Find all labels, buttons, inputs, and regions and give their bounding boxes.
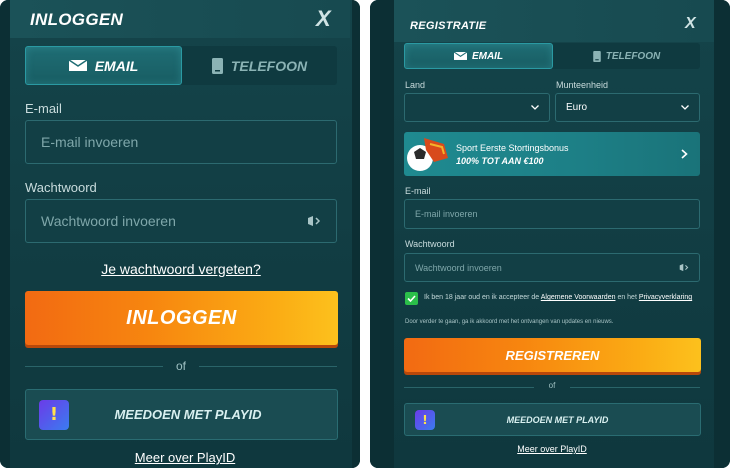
email-field[interactable]: E-mail invoeren [404,199,700,229]
email-label: E-mail [25,101,62,116]
envelope-icon [68,60,87,71]
login-button[interactable]: INLOGGEN [25,291,338,345]
close-icon[interactable]: X [685,15,696,33]
dialog-title: INLOGGEN [30,10,124,29]
register-button-label: REGISTREREN [505,347,600,363]
email-field[interactable]: E-mail invoeren [25,120,337,164]
more-playid-link[interactable]: Meer over PlayID [370,444,730,454]
football-boot-icon [407,138,448,171]
close-icon[interactable]: X [316,6,331,32]
email-placeholder: E-mail invoeren [415,209,478,219]
terms-prefix: Ik ben 18 jaar oud en ik accepteer de [424,294,540,301]
bonus-subtitle: 100% TOT AAN €100 [456,155,544,166]
updates-notice: Door verder te gaan, ga ik akkoord met h… [405,319,614,325]
eye-icon[interactable] [679,263,689,272]
email-label: E-mail [405,186,431,196]
register-method-tabs: EMAIL TELEFOON [404,43,700,69]
playid-icon: ! [415,409,435,430]
privacy-link[interactable]: Privacyverklaring [639,294,692,301]
country-select[interactable] [404,93,550,122]
password-field[interactable]: Wachtwoord invoeren [404,253,700,282]
terms-text: Ik ben 18 jaar oud en ik accepteer de Al… [424,294,714,301]
envelope-icon [453,52,467,60]
tab-telefoon[interactable]: TELEFOON [553,43,700,69]
password-placeholder: Wachtwoord invoeren [41,213,176,229]
or-text: of [548,381,556,390]
terms-link[interactable]: Algemene Voorwaarden [541,294,616,301]
tab-label: EMAIL [94,57,139,74]
playid-label: MEEDOEN MET PLAYID [506,414,609,425]
divider-left [404,387,534,388]
playid-button[interactable]: ! MEEDOEN MET PLAYID [25,389,338,440]
password-placeholder: Wachtwoord invoeren [415,262,502,273]
country-label: Land [405,80,426,90]
password-label: Wachtwoord [25,180,97,195]
chevron-down-icon [681,105,689,110]
login-method-tabs: EMAIL TELEFOON [25,46,337,85]
tab-label: TELEFOON [605,50,661,62]
playid-button[interactable]: ! MEEDOEN MET PLAYID [404,403,701,436]
password-label: Wachtwoord [405,239,455,249]
chevron-right-icon [681,149,688,159]
phone-icon [592,50,601,62]
tab-email[interactable]: EMAIL [404,43,553,69]
dialog-right-edge [714,0,730,468]
dialog-left-edge [0,0,10,468]
bonus-title: Sport Eerste Stortingsbonus [456,142,569,153]
chevron-down-icon [531,105,539,110]
register-dialog: REGISTRATIE X EMAIL TELEFOON Land Muntee… [370,0,730,468]
currency-label: Munteenheid [556,80,609,90]
divider-left [25,366,163,367]
divider-right [570,387,700,388]
eye-icon[interactable] [307,215,321,227]
login-button-label: INLOGGEN [126,306,237,329]
or-text: of [175,359,186,373]
checkmark-icon [407,295,416,302]
forgot-password-link[interactable]: Je wachtwoord vergeten? [25,261,337,277]
currency-select[interactable]: Euro [555,93,700,122]
tab-label: EMAIL [471,50,504,62]
playid-icon: ! [39,399,69,430]
dialog-left-edge [370,0,394,468]
currency-value: Euro [566,102,588,113]
email-placeholder: E-mail invoeren [41,134,139,150]
dialog-title: REGISTRATIE [410,20,487,32]
more-playid-link[interactable]: Meer over PlayID [0,450,360,465]
terms-mid: en het [617,294,637,301]
login-dialog: INLOGGEN X EMAIL TELEFOON E-mail E-mail … [0,0,360,468]
dialog-right-edge [352,0,360,468]
playid-label: MEEDOEN MET PLAYID [114,407,262,422]
phone-icon [211,57,223,74]
terms-checkbox[interactable] [405,292,418,305]
tab-label: TELEFOON [230,57,308,74]
bonus-banner[interactable]: Sport Eerste Stortingsbonus 100% TOT AAN… [404,132,700,176]
tab-telefoon[interactable]: TELEFOON [182,46,337,85]
register-button[interactable]: REGISTREREN [404,338,701,372]
divider-right [199,366,337,367]
tab-email[interactable]: EMAIL [25,46,182,85]
password-field[interactable]: Wachtwoord invoeren [25,199,337,243]
